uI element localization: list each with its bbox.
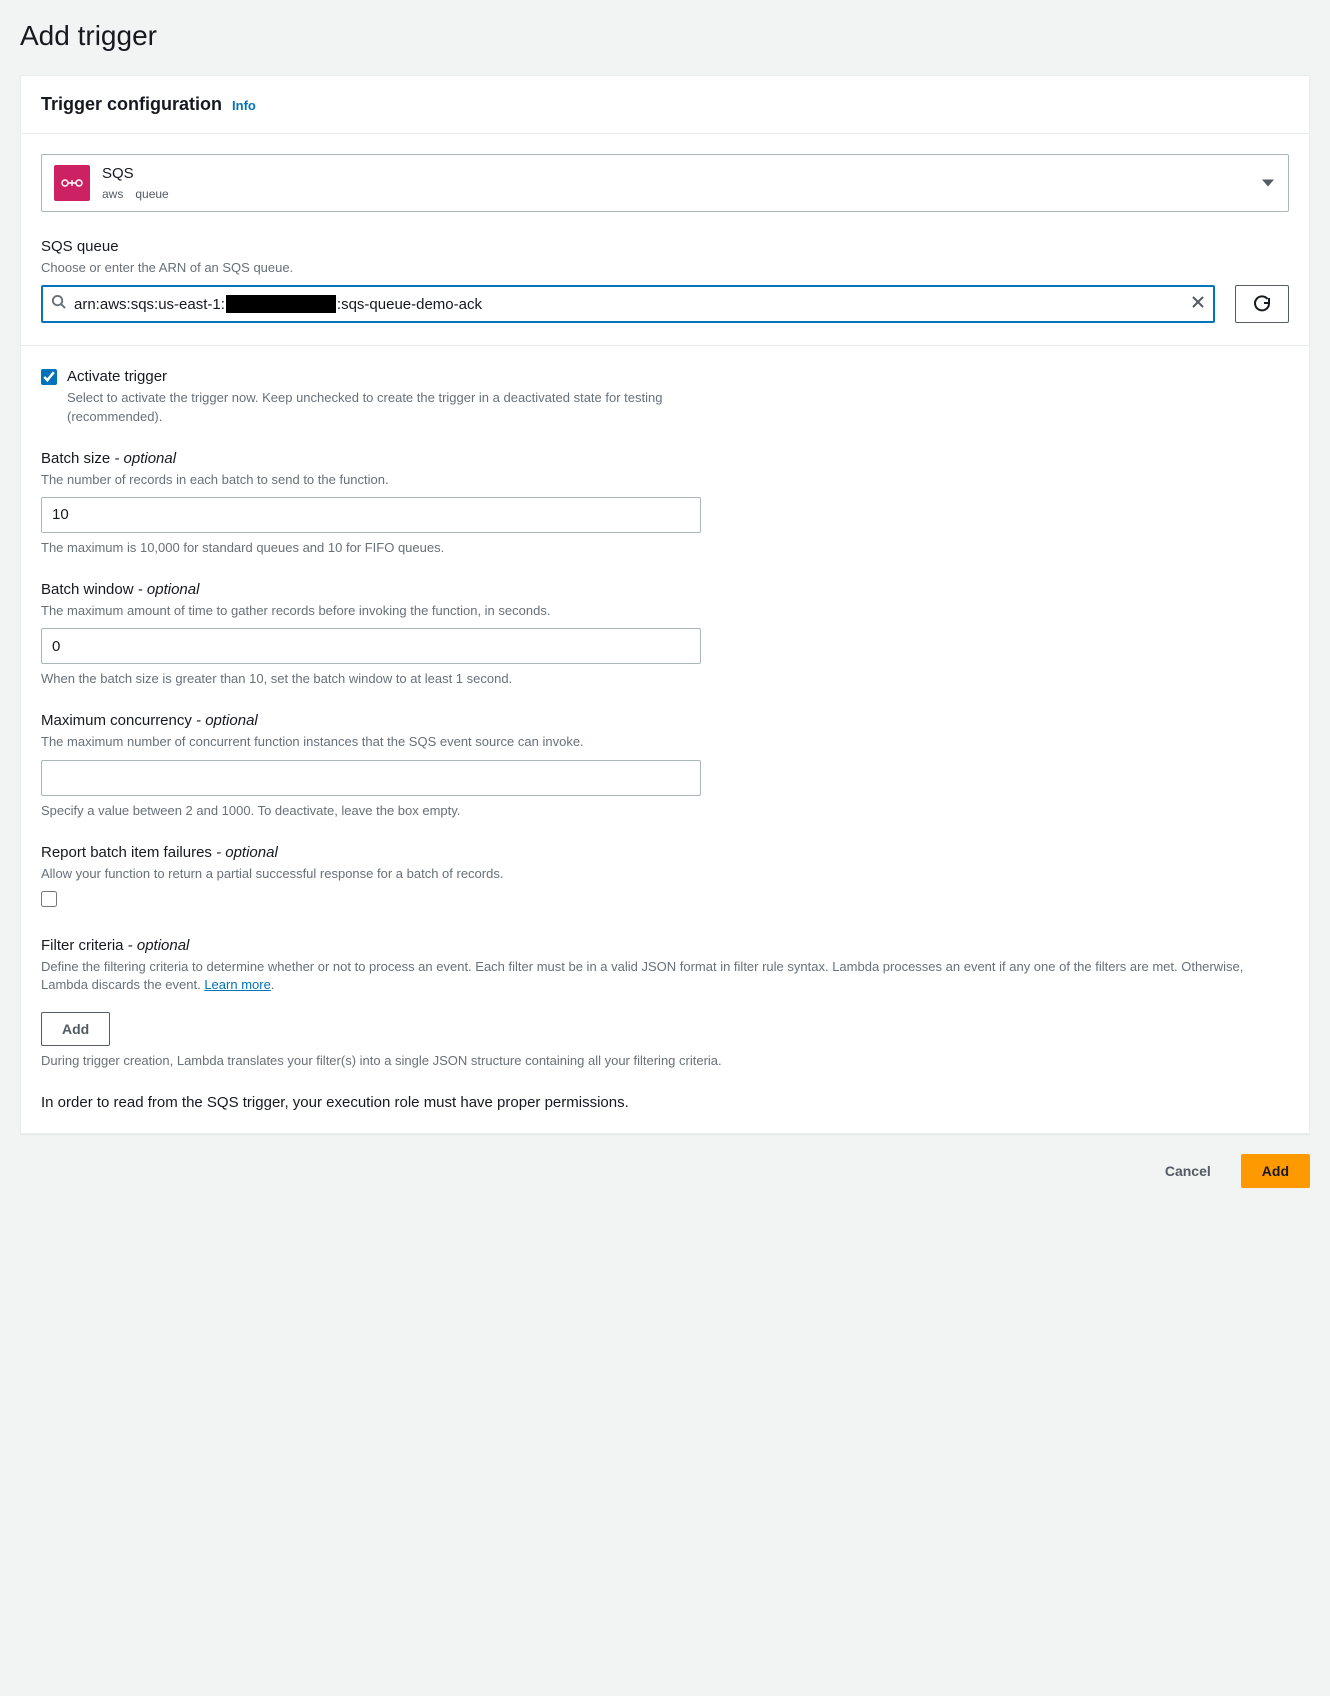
sqs-queue-input-wrap[interactable]: arn:aws:sqs:us-east-1::sqs-queue-demo-ac… [41,285,1215,323]
chevron-down-icon [1262,180,1274,187]
sqs-queue-label: SQS queue [41,236,1289,257]
report-failures-label: Report batch item failures - optional [41,842,1289,863]
batch-window-input[interactable] [41,628,701,664]
max-concurrency-label: Maximum concurrency - optional [41,710,1289,731]
batch-window-hint: The maximum amount of time to gather rec… [41,602,1289,620]
batch-window-hint-below: When the batch size is greater than 10, … [41,670,1289,688]
sqs-queue-hint: Choose or enter the ARN of an SQS queue. [41,259,1289,277]
report-failures-checkbox[interactable] [41,891,57,907]
max-concurrency-hint: The maximum number of concurrent functio… [41,733,1289,751]
filter-criteria-hint-below: During trigger creation, Lambda translat… [41,1052,1289,1070]
sqs-queue-arn-value[interactable]: arn:aws:sqs:us-east-1::sqs-queue-demo-ac… [74,294,1183,315]
max-concurrency-hint-below: Specify a value between 2 and 1000. To d… [41,802,1289,820]
filter-criteria-label: Filter criteria - optional [41,935,1289,956]
permissions-note: In order to read from the SQS trigger, y… [41,1092,1289,1113]
cancel-button[interactable]: Cancel [1145,1154,1231,1188]
max-concurrency-input[interactable] [41,760,701,796]
info-link[interactable]: Info [232,97,256,115]
panel-title: Trigger configuration [41,92,222,117]
clear-icon[interactable] [1191,295,1205,315]
source-tags: awsqueue [102,186,181,203]
trigger-config-panel: Trigger configuration Info SQS awsq [20,75,1310,1134]
batch-size-input[interactable] [41,497,701,533]
footer-actions: Cancel Add [20,1134,1310,1194]
redacted-account-id [226,295,336,313]
batch-size-hint: The number of records in each batch to s… [41,471,1289,489]
batch-size-hint-below: The maximum is 10,000 for standard queue… [41,539,1289,557]
add-filter-button[interactable]: Add [41,1012,110,1046]
refresh-button[interactable] [1235,285,1289,323]
activate-trigger-hint: Select to activate the trigger now. Keep… [67,389,707,425]
source-selector[interactable]: SQS awsqueue [41,154,1289,212]
sqs-icon [54,165,90,201]
batch-window-label: Batch window - optional [41,579,1289,600]
refresh-icon [1253,295,1271,313]
activate-trigger-checkbox[interactable] [41,369,57,385]
add-button[interactable]: Add [1241,1154,1310,1188]
report-failures-hint: Allow your function to return a partial … [41,865,1289,883]
search-icon [51,294,66,315]
source-name: SQS [102,163,181,184]
learn-more-link[interactable]: Learn more [204,977,270,992]
page-title: Add trigger [20,0,1310,75]
divider [21,345,1309,346]
filter-criteria-hint: Define the filtering criteria to determi… [41,958,1289,994]
activate-trigger-label: Activate trigger [67,366,707,387]
panel-header: Trigger configuration Info [21,76,1309,134]
batch-size-label: Batch size - optional [41,448,1289,469]
